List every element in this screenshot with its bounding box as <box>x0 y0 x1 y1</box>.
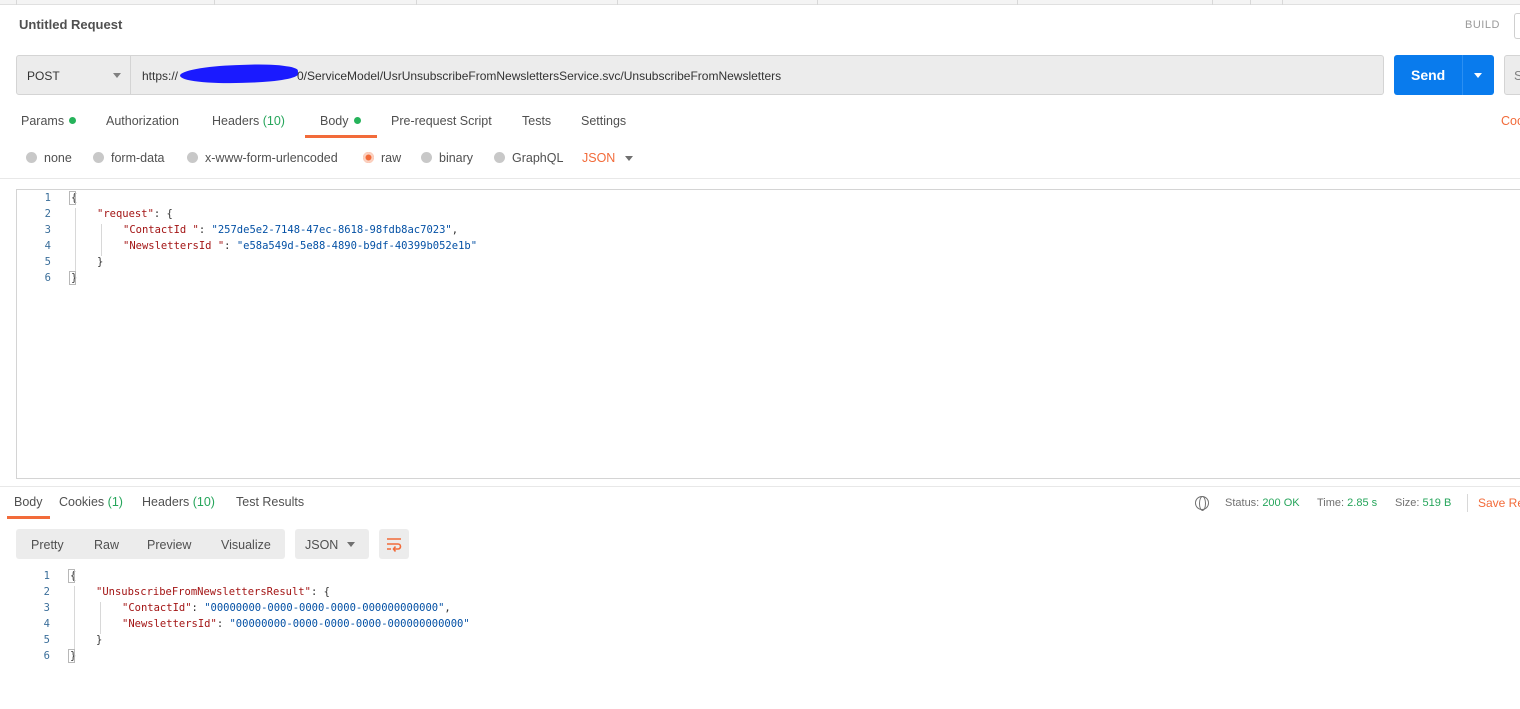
tab-params[interactable]: Params <box>21 114 77 128</box>
line-number: 3 <box>44 224 51 236</box>
code-line: "request": { <box>97 208 173 220</box>
radio-selected-icon <box>363 152 374 163</box>
body-format-select[interactable]: JSON <box>582 151 615 165</box>
save-button[interactable]: S <box>1504 55 1520 95</box>
line-number: 4 <box>43 618 50 630</box>
code-line: } <box>96 634 103 646</box>
method-value: POST <box>27 69 60 83</box>
code-line: "UnsubscribeFromNewslettersResult": { <box>96 586 330 598</box>
tab-headers[interactable]: Headers (10) <box>212 114 285 128</box>
response-body-viewer[interactable]: 1{2 "UnsubscribeFromNewslettersResult": {… <box>16 568 1516 668</box>
wrap-lines-icon <box>387 538 402 552</box>
response-tab-test-results[interactable]: Test Results <box>236 495 304 509</box>
radio-binary[interactable]: binary <box>421 151 473 165</box>
radio-icon <box>187 152 198 163</box>
url-prefix: https:// <box>142 69 179 83</box>
send-label: Send <box>1411 67 1446 83</box>
line-number: 4 <box>44 240 51 252</box>
code-link[interactable]: Coc <box>1501 114 1520 128</box>
view-pretty[interactable]: Pretty <box>31 538 64 552</box>
response-time: Time: 2.85 s <box>1317 497 1378 509</box>
code-line: } <box>97 256 104 268</box>
active-tab-indicator <box>305 135 377 138</box>
response-tab-body[interactable]: Body <box>14 495 43 509</box>
globe-icon[interactable] <box>1195 496 1209 511</box>
line-number: 6 <box>44 272 51 284</box>
view-visualize[interactable]: Visualize <box>221 538 271 552</box>
radio-icon <box>494 152 505 163</box>
code-line: "ContactId": "00000000-0000-0000-0000-00… <box>122 602 451 614</box>
view-raw[interactable]: Raw <box>94 538 119 552</box>
url-path: 0/ServiceModel/UsrUnsubscribeFromNewslet… <box>297 69 782 83</box>
url-input[interactable]: https:// 0/ServiceModel/UsrUnsubscribeFr… <box>131 55 1384 95</box>
view-mode-group: Pretty Raw Preview Visualize <box>16 529 285 559</box>
line-number: 2 <box>43 586 50 598</box>
line-number: 6 <box>43 650 50 662</box>
radio-icon <box>421 152 432 163</box>
save-label: S <box>1514 68 1520 83</box>
build-mode-label[interactable]: BUILD <box>1465 19 1500 31</box>
response-tab-cookies[interactable]: Cookies (1) <box>59 495 123 509</box>
code-line: "NewslettersId ": "e58a549d-5e88-4890-b9… <box>123 240 478 252</box>
radio-graphql[interactable]: GraphQL <box>494 151 563 165</box>
line-number: 3 <box>43 602 50 614</box>
radio-icon <box>26 152 37 163</box>
mode-toggle[interactable] <box>1514 13 1520 39</box>
bracket-match-highlight <box>69 191 76 205</box>
line-number: 5 <box>43 634 50 646</box>
chevron-down-icon <box>347 542 355 547</box>
line-number: 1 <box>44 192 51 204</box>
send-button[interactable]: Send <box>1394 55 1494 95</box>
request-title-row: Untitled Request BUILD <box>0 5 1520 45</box>
code-line: "ContactId ": "257de5e2-7148-47ec-8618-9… <box>123 224 459 236</box>
response-status: Status: 200 OK <box>1225 497 1300 509</box>
tab-pre-request-script[interactable]: Pre-request Script <box>391 114 492 128</box>
bracket-match-highlight <box>68 569 75 583</box>
bracket-match-highlight <box>69 271 76 285</box>
radio-none[interactable]: none <box>26 151 72 165</box>
radio-raw[interactable]: raw <box>363 151 401 165</box>
response-format-value: JSON <box>305 538 339 552</box>
tab-settings[interactable]: Settings <box>581 114 626 128</box>
response-tab-headers[interactable]: Headers (10) <box>142 495 215 509</box>
line-number: 1 <box>43 570 50 582</box>
tab-tests[interactable]: Tests <box>522 114 551 128</box>
radio-x-www-form-urlencoded[interactable]: x-www-form-urlencoded <box>187 151 338 165</box>
active-dot <box>69 117 77 124</box>
line-number: 5 <box>44 256 51 268</box>
view-preview[interactable]: Preview <box>147 538 191 552</box>
radio-form-data[interactable]: form-data <box>93 151 165 165</box>
tab-authorization[interactable]: Authorization <box>106 114 179 128</box>
redacted-host <box>179 62 299 86</box>
response-size: Size: 519 B <box>1395 497 1452 509</box>
wrap-lines-button[interactable] <box>379 529 409 559</box>
tab-body[interactable]: Body <box>320 114 361 128</box>
request-body-editor[interactable]: 1{2 "request": {3 "ContactId ": "257de5e2-… <box>16 189 1520 479</box>
radio-icon <box>93 152 104 163</box>
chevron-down-icon[interactable] <box>625 156 633 161</box>
request-title[interactable]: Untitled Request <box>19 17 122 32</box>
active-dot <box>353 117 361 124</box>
chevron-down-icon <box>113 73 121 78</box>
chevron-down-icon[interactable] <box>1474 73 1482 78</box>
response-format-select[interactable]: JSON <box>295 529 369 559</box>
save-response-button[interactable]: Save Re <box>1478 496 1520 510</box>
bracket-match-highlight <box>68 649 75 663</box>
line-number: 2 <box>44 208 51 220</box>
code-line: "NewslettersId": "00000000-0000-0000-000… <box>122 618 470 630</box>
active-tab-indicator <box>7 516 50 519</box>
method-select[interactable]: POST <box>16 55 131 95</box>
